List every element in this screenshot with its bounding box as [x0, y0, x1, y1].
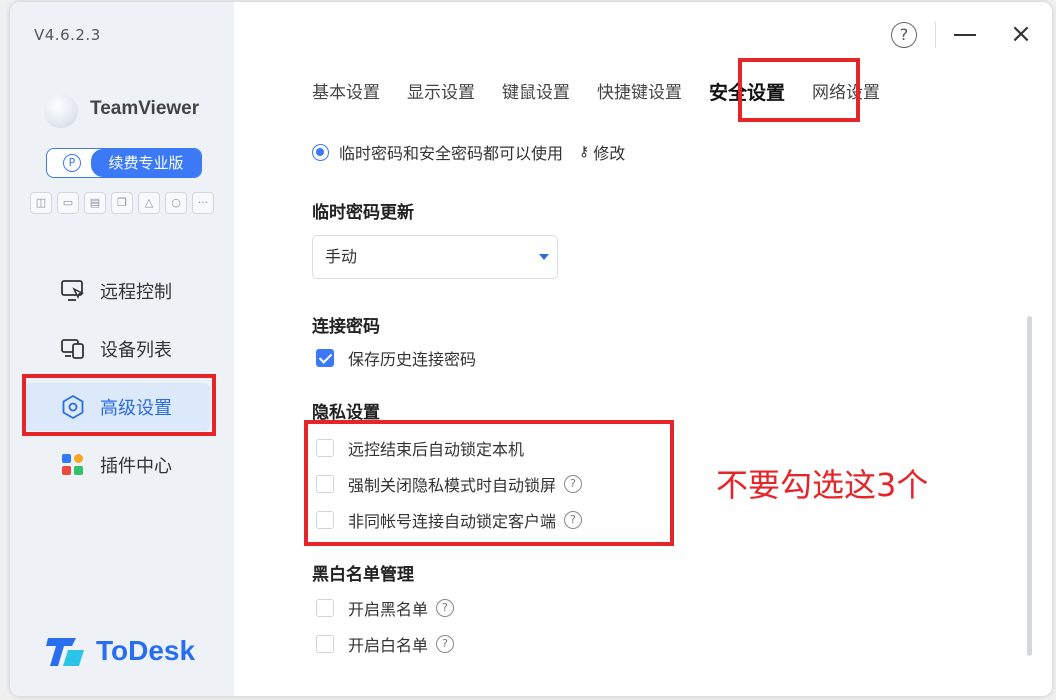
- edit-password-link[interactable]: ⚷ 修改: [579, 140, 625, 164]
- premium-p-icon: P: [63, 154, 81, 172]
- sidebar-item-label: 远程控制: [100, 282, 172, 303]
- edit-label: 修改: [593, 144, 626, 163]
- settings-hex-icon: [62, 394, 84, 420]
- sidebar-item-remote-control[interactable]: 远程控制: [10, 262, 234, 320]
- todesk-logo: ToDesk: [46, 634, 195, 668]
- temp-password-update-select[interactable]: 手动: [312, 235, 558, 279]
- tab-shortcuts[interactable]: 快捷键设置: [597, 80, 682, 106]
- whitelist-option-row: 开启白名单 ?: [316, 632, 455, 656]
- gamepad-icon[interactable]: ◫: [30, 192, 52, 214]
- quick-icon-bar: ◫ ▭ ▤ ❐ △ ○ ···: [30, 192, 214, 214]
- remote-control-icon: [61, 280, 84, 301]
- temp-password-update-title: 临时密码更新: [312, 203, 414, 223]
- enable-whitelist-checkbox[interactable]: [316, 635, 334, 653]
- todesk-brand-label: ToDesk: [96, 635, 196, 666]
- security-tab-highlight-box: [738, 58, 860, 122]
- advanced-settings-highlight-box: [22, 374, 216, 436]
- help-icon[interactable]: ?: [891, 22, 917, 48]
- sidebar-item-label: 设备列表: [100, 340, 172, 361]
- main-panel: ? × 基本设置 显示设置 键鼠设置 快捷键设置 安全设置 网络设置 临时密码和…: [234, 2, 1052, 696]
- todesk-window: V4.6.2.3 TeamViewer P 续费专业版 ◫ ▭ ▤ ❐ △ ○ …: [10, 2, 1052, 696]
- more-icon[interactable]: ···: [192, 192, 214, 214]
- sidebar-item-device-list[interactable]: 设备列表: [10, 320, 234, 378]
- rocket-icon[interactable]: △: [138, 192, 160, 214]
- vertical-scrollbar[interactable]: [1027, 316, 1032, 656]
- blacklist-title: 黑白名单管理: [312, 565, 414, 585]
- tab-display[interactable]: 显示设置: [407, 80, 475, 106]
- device-list-icon: [61, 339, 84, 359]
- close-button[interactable]: ×: [1010, 21, 1032, 47]
- password-mode-row: 临时密码和安全密码都可以使用 ⚷ 修改: [312, 140, 625, 164]
- save-history-password-checkbox[interactable]: [316, 349, 334, 367]
- help-icon[interactable]: ?: [436, 635, 455, 653]
- tab-keyboard-mouse[interactable]: 键鼠设置: [502, 80, 570, 106]
- blacklist-option-row: 开启黑名单 ?: [316, 596, 455, 620]
- plugin-grid-icon: [62, 454, 83, 475]
- folder-icon[interactable]: ▤: [84, 192, 106, 214]
- teamviewer-logo-icon: [44, 94, 78, 128]
- tab-basic[interactable]: 基本设置: [312, 80, 380, 106]
- copy-icon[interactable]: ❐: [111, 192, 133, 214]
- key-icon: ⚷: [579, 144, 590, 160]
- sidebar-item-label: 插件中心: [100, 456, 172, 477]
- sidebar-item-plugin-center[interactable]: 插件中心: [10, 436, 234, 494]
- minimize-button[interactable]: [954, 24, 976, 46]
- control-divider: [935, 22, 936, 48]
- edition-badge-button[interactable]: P 续费专业版: [46, 148, 202, 178]
- monitor-icon[interactable]: ▭: [57, 192, 79, 214]
- password-mode-label: 临时密码和安全密码都可以使用: [339, 144, 564, 163]
- whitelist-option-label: 开启白名单: [348, 636, 429, 655]
- select-value: 手动: [325, 247, 358, 266]
- enable-blacklist-checkbox[interactable]: [316, 599, 334, 617]
- connection-password-title: 连接密码: [312, 317, 380, 337]
- annotation-note: 不要勾选这3个: [716, 466, 929, 504]
- save-history-password-row: 保存历史连接密码: [316, 346, 476, 370]
- save-history-password-label: 保存历史连接密码: [348, 350, 477, 369]
- chevron-down-icon: [539, 254, 549, 260]
- todesk-logo-icon: [46, 638, 84, 666]
- edition-badge-label: 续费专业版: [91, 149, 201, 177]
- teamviewer-label: TeamViewer: [90, 98, 200, 119]
- help-icon[interactable]: ?: [436, 599, 455, 617]
- version-label: V4.6.2.3: [34, 26, 101, 44]
- blacklist-option-label: 开启黑名单: [348, 600, 429, 619]
- privacy-options-highlight-box: [304, 420, 674, 546]
- password-mode-radio[interactable]: [312, 143, 329, 161]
- window-controls: ? ×: [891, 21, 1032, 48]
- circle-icon[interactable]: ○: [165, 192, 187, 214]
- sidebar: V4.6.2.3 TeamViewer P 续费专业版 ◫ ▭ ▤ ❐ △ ○ …: [10, 2, 234, 696]
